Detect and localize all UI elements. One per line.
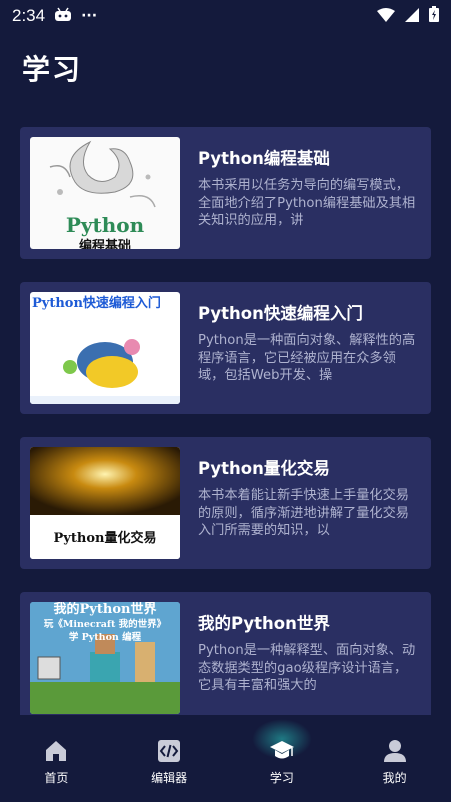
- book-cover: Python量化交易: [30, 447, 180, 559]
- code-icon: [158, 740, 181, 762]
- book-title: 我的Python世界: [198, 614, 330, 633]
- tab-editor[interactable]: 编辑器: [113, 715, 226, 802]
- tab-me[interactable]: 我的: [338, 715, 451, 802]
- battery-icon: [429, 6, 439, 26]
- book-cover: 我的Python世界 玩《Minecraft 我的世界》 学 Python 编程: [30, 602, 180, 714]
- tab-home[interactable]: 首页: [0, 715, 113, 802]
- home-icon: [46, 741, 67, 761]
- tab-label: 首页: [44, 771, 69, 785]
- book-title: Python编程基础: [198, 149, 330, 168]
- tab-study[interactable]: 学习: [226, 715, 339, 802]
- book-description: 本书本着能让新手快速上手量化交易的原则，循序渐进地讲解了量化交易入门所需要的知识…: [198, 488, 409, 538]
- more-notifications-icon: ···: [81, 8, 98, 24]
- book-description: 本书采用以任务为导向的编写模式，全面地介绍了Python编程基础及其相关知识的应…: [198, 178, 416, 228]
- status-time: 2:34: [12, 6, 46, 25]
- page-title: 学习: [22, 53, 83, 86]
- tab-label: 学习: [269, 771, 294, 785]
- book-description: Python是一种解释型、面向对象、动态数据类型的gao级程序设计语言，它具有丰…: [198, 643, 416, 693]
- cover-title: Python: [65, 213, 145, 237]
- cover-subtitle: 编程基础: [78, 239, 131, 249]
- python-logo-icon: [30, 339, 180, 404]
- book-description: Python是一种面向对象、解释性的高程序语言，它已经被应用在众多领域，包括We…: [198, 333, 416, 383]
- bottom-tab-bar: 首页 编辑器 学习 我的: [0, 715, 451, 802]
- tab-label: 编辑器: [151, 771, 188, 785]
- graduation-cap-icon: [269, 741, 294, 759]
- book-list: Python 编程基础 Python编程基础 本书采用以任务为导向的编写模式，全…: [20, 127, 431, 747]
- status-bar: 2:34 ···: [0, 0, 451, 32]
- book-title: Python快速编程入门: [198, 304, 363, 323]
- book-cover: Python 编程基础: [30, 137, 180, 249]
- android-debug-icon: [53, 6, 73, 26]
- user-icon: [383, 740, 406, 762]
- cover-subtitle: 学 Python 编程: [68, 632, 142, 643]
- book-title: Python量化交易: [198, 459, 330, 478]
- signal-icon: [405, 7, 419, 26]
- book-card[interactable]: Python量化交易 Python量化交易 本书本着能让新手快速上手量化交易的原…: [20, 437, 431, 569]
- book-card[interactable]: 我的Python世界 玩《Minecraft 我的世界》 学 Python 编程…: [20, 592, 431, 724]
- wifi-icon: [377, 7, 395, 26]
- cover-subtitle: 玩《Minecraft 我的世界》: [43, 619, 167, 630]
- cover-title: Python量化交易: [53, 531, 157, 546]
- tab-label: 我的: [382, 771, 407, 785]
- book-cover: Python快速编程入门: [30, 292, 180, 404]
- book-card[interactable]: Python快速编程入门 Python快速编程入门 Python是一种面向对象、…: [20, 282, 431, 414]
- cover-title: 我的Python世界: [53, 602, 157, 617]
- book-card[interactable]: Python 编程基础 Python编程基础 本书采用以任务为导向的编写模式，全…: [20, 127, 431, 259]
